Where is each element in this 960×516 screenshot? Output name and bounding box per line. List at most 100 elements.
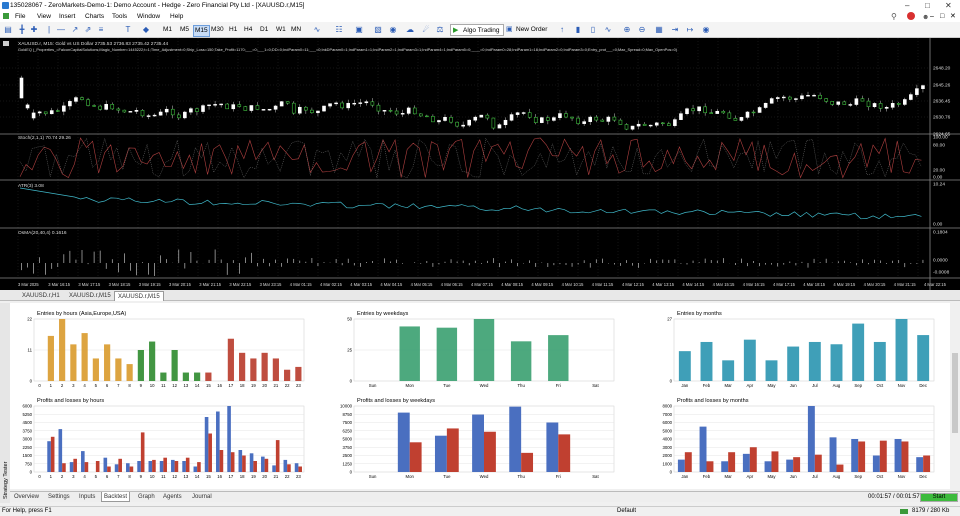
timeframe-w1[interactable]: W1 bbox=[275, 25, 287, 35]
candle-body bbox=[648, 124, 653, 127]
cursor-icon[interactable]: ✚ bbox=[29, 25, 39, 35]
shapes-icon[interactable]: ◆ bbox=[141, 25, 151, 35]
tab-agents[interactable]: Agents bbox=[161, 492, 184, 502]
bar-profits bbox=[69, 462, 74, 472]
search-icon[interactable]: ⚲ bbox=[891, 11, 897, 22]
x-tick-label: Wed bbox=[480, 474, 489, 479]
bar-losses bbox=[84, 462, 89, 472]
horizontal-line-icon[interactable]: — bbox=[56, 25, 66, 35]
time-axis-label: 4 Mar 15:15 bbox=[713, 282, 736, 287]
maximize-icon[interactable]: □ bbox=[925, 0, 930, 11]
one-click-trade-icon[interactable]: ↑ bbox=[557, 25, 567, 35]
start-button[interactable]: Start bbox=[920, 493, 958, 502]
menu-help[interactable]: Help bbox=[170, 11, 183, 22]
chart-tab-xauusd-m15-active[interactable]: XAUUSD.r,M15 bbox=[114, 291, 164, 301]
chart-menu-icon[interactable] bbox=[3, 13, 9, 19]
indicators-icon[interactable]: ∿ bbox=[312, 25, 322, 35]
new-chart-icon[interactable]: ▤ bbox=[3, 25, 13, 35]
trendline-icon[interactable]: ↗ bbox=[70, 25, 80, 35]
price-chart-window[interactable]: XAUUSD.r, M15: Gold vs US Dollar 2735.53… bbox=[0, 38, 960, 290]
y-tick-label: 4500 bbox=[22, 420, 32, 425]
stochastic-axis-label: 80.00 bbox=[933, 143, 945, 149]
objects-icon[interactable]: ▣ bbox=[354, 25, 364, 35]
tile-windows-icon[interactable]: ▦ bbox=[654, 25, 664, 35]
menu-window[interactable]: Window bbox=[137, 11, 160, 22]
bar-profits bbox=[81, 451, 85, 472]
time-axis-label: 3 Mar 17:15 bbox=[78, 282, 101, 287]
timeframe-m30[interactable]: M30 bbox=[210, 25, 225, 35]
tab-journal[interactable]: Journal bbox=[190, 492, 214, 502]
fibonacci-icon[interactable]: ≡ bbox=[96, 25, 106, 35]
bar bbox=[510, 341, 532, 381]
time-axis-label: 4 Mar 02:15 bbox=[320, 282, 343, 287]
tab-graph[interactable]: Graph bbox=[136, 492, 157, 502]
minimize-icon[interactable]: – bbox=[905, 0, 909, 11]
menu-file[interactable]: File bbox=[15, 11, 25, 22]
bar-losses bbox=[858, 441, 866, 472]
time-axis-label: 4 Mar 04:15 bbox=[380, 282, 403, 287]
scrollbar-thumb[interactable] bbox=[952, 353, 958, 433]
candles-icon[interactable]: ▯ bbox=[588, 25, 598, 35]
ide-icon[interactable]: ▧ bbox=[373, 25, 383, 35]
timeframe-h1[interactable]: H1 bbox=[228, 25, 238, 35]
crosshair-icon[interactable]: ╋ bbox=[17, 25, 27, 35]
timeframe-d1[interactable]: D1 bbox=[259, 25, 269, 35]
chart-tab-xauusd-h1[interactable]: XAUUSD.r,H1 bbox=[19, 291, 63, 301]
timeframe-mn[interactable]: MN bbox=[290, 25, 302, 35]
time-axis-label: 4 Mar 08:15 bbox=[501, 282, 524, 287]
vertical-line-icon[interactable]: | bbox=[44, 25, 54, 35]
one-click-panel-icon[interactable] bbox=[3, 41, 9, 46]
vps-icon[interactable]: ☄ bbox=[421, 25, 431, 35]
tester-scrollbar[interactable] bbox=[950, 303, 960, 489]
chart-tab-xauusd-m15[interactable]: XAUUSD.r,M15 bbox=[66, 291, 114, 301]
text-icon[interactable]: T bbox=[123, 25, 133, 35]
tab-inputs[interactable]: Inputs bbox=[77, 492, 97, 502]
bar-losses bbox=[253, 461, 257, 472]
menu-insert[interactable]: Insert bbox=[59, 11, 75, 22]
candle-body bbox=[727, 112, 732, 119]
market-icon[interactable]: ⚖ bbox=[435, 25, 445, 35]
timeframe-m5[interactable]: M5 bbox=[179, 25, 190, 35]
menu-view[interactable]: View bbox=[37, 11, 51, 22]
x-tick-label: 22 bbox=[285, 383, 290, 388]
templates-icon[interactable]: ☷ bbox=[334, 25, 344, 35]
timeframe-m15[interactable]: M15 bbox=[193, 25, 210, 37]
menu-charts[interactable]: Charts bbox=[85, 11, 104, 22]
cloud-icon[interactable]: ☁ bbox=[405, 25, 415, 35]
screenshot-icon[interactable]: ◉ bbox=[701, 25, 711, 35]
chart-shift-icon[interactable]: ↦ bbox=[685, 25, 695, 35]
timeframe-m1[interactable]: M1 bbox=[162, 25, 173, 35]
close-icon[interactable]: ✕ bbox=[945, 0, 952, 11]
bar-chart-icon[interactable]: ▮ bbox=[573, 25, 583, 35]
auto-scroll-icon[interactable]: ⇥ bbox=[670, 25, 680, 35]
x-tick-label: Aug bbox=[833, 383, 841, 388]
notifications-icon[interactable] bbox=[907, 12, 915, 20]
candle-body bbox=[328, 103, 332, 107]
strategy-tester-label: Strategy Tester bbox=[3, 461, 9, 499]
channel-icon[interactable]: ⇗ bbox=[83, 25, 93, 35]
zoom-out-icon[interactable]: ⊖ bbox=[637, 25, 647, 35]
menu-tools[interactable]: Tools bbox=[112, 11, 127, 22]
menu-restore-icon[interactable]: □ bbox=[940, 11, 944, 22]
tab-settings[interactable]: Settings bbox=[46, 492, 72, 502]
subwindow-separators bbox=[0, 38, 960, 290]
new-order-button[interactable]: ▣ New Order bbox=[504, 24, 550, 36]
y-tick-label: 5000 bbox=[662, 428, 672, 433]
tab-overview[interactable]: Overview bbox=[12, 492, 41, 502]
zoom-in-icon[interactable]: ⊕ bbox=[622, 25, 632, 35]
signals-icon[interactable]: ◉ bbox=[388, 25, 398, 35]
candle-body bbox=[848, 104, 853, 106]
bar-losses bbox=[287, 464, 291, 472]
time-axis-label: 4 Mar 21:15 bbox=[894, 282, 917, 287]
line-chart-icon[interactable]: ∿ bbox=[603, 25, 613, 35]
candle-body bbox=[110, 104, 115, 110]
bar-profits bbox=[472, 414, 484, 472]
tab-backtest[interactable]: Backtest bbox=[101, 492, 131, 502]
x-tick-label: Aug bbox=[833, 474, 841, 479]
bar bbox=[92, 358, 99, 381]
menu-minimize-icon[interactable]: – bbox=[930, 11, 934, 22]
candle-body bbox=[291, 102, 296, 114]
algo-trading-button[interactable]: ▶ Algo Trading bbox=[450, 24, 504, 36]
menu-close-icon[interactable]: ✕ bbox=[950, 11, 956, 22]
timeframe-h4[interactable]: H4 bbox=[243, 25, 253, 35]
